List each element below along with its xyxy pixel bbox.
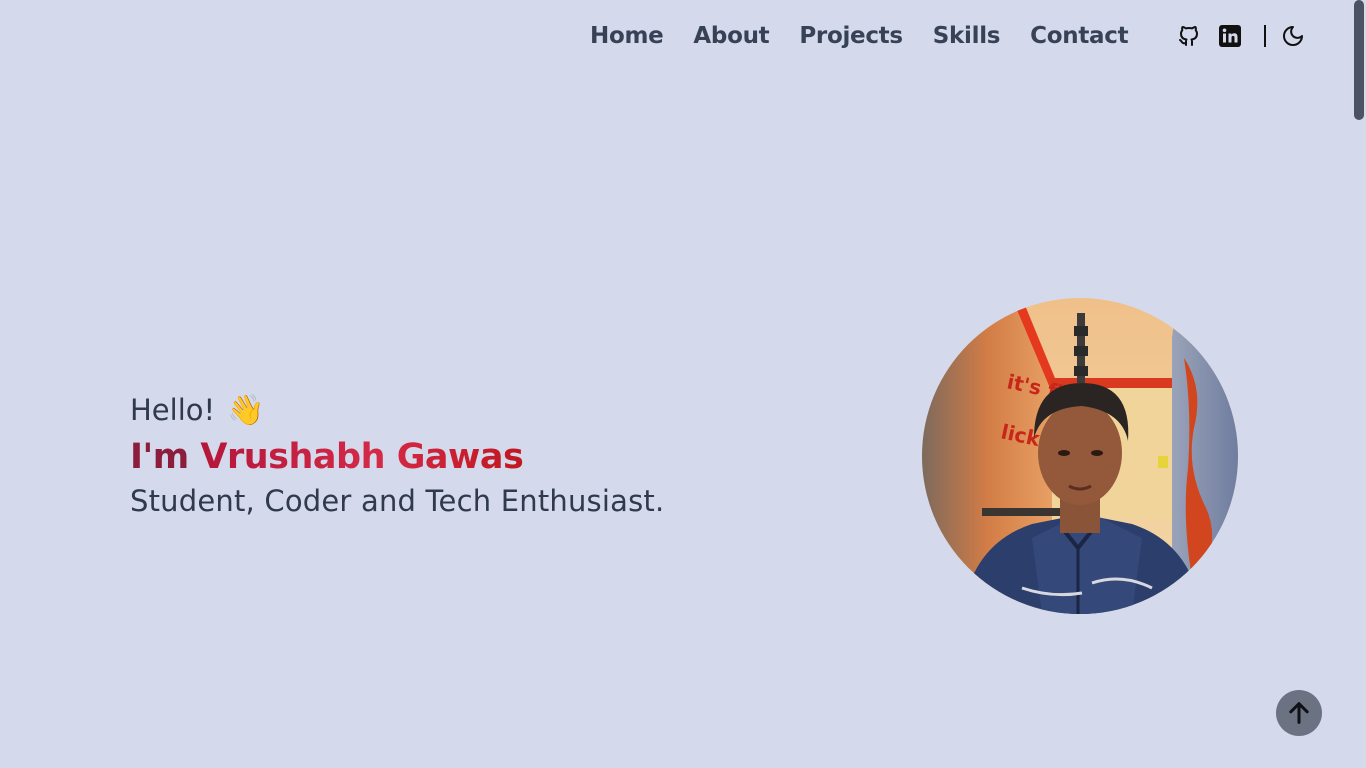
hero-tagline: Student, Coder and Tech Enthusiast.: [130, 484, 665, 518]
nav-icons: [1176, 22, 1306, 50]
nav-skills-link[interactable]: Skills: [918, 23, 1015, 49]
github-icon[interactable]: [1176, 23, 1202, 49]
moon-icon[interactable]: [1280, 23, 1306, 49]
portfolio-page: Home About Projects Skills Contact Hello…: [0, 0, 1366, 768]
avatar: it's fi lickin g: [922, 298, 1238, 614]
nav-divider: [1264, 25, 1266, 47]
hero-name: Vrushabh Gawas: [200, 437, 524, 477]
scrollbar[interactable]: [1352, 0, 1366, 768]
hero-section: Hello! 👋 I'm Vrushabh Gawas Student, Cod…: [130, 390, 665, 519]
nav-about-link[interactable]: About: [678, 23, 784, 49]
arrow-up-icon: [1289, 702, 1309, 724]
linkedin-icon[interactable]: [1217, 23, 1243, 49]
main-nav: Home About Projects Skills Contact: [575, 14, 1143, 58]
greeting-text: Hello!: [130, 393, 216, 427]
scrollbar-thumb[interactable]: [1354, 0, 1364, 120]
nav-projects-link[interactable]: Projects: [784, 23, 917, 49]
back-to-top-button[interactable]: [1276, 690, 1322, 736]
intro-prefix: I'm: [130, 437, 189, 477]
wave-icon: 👋: [227, 392, 265, 428]
hero-greeting: Hello! 👋: [130, 390, 664, 430]
hero-intro: I'm Vrushabh Gawas: [130, 434, 664, 480]
nav-contact-link[interactable]: Contact: [1015, 23, 1143, 49]
nav-home-link[interactable]: Home: [575, 23, 678, 49]
